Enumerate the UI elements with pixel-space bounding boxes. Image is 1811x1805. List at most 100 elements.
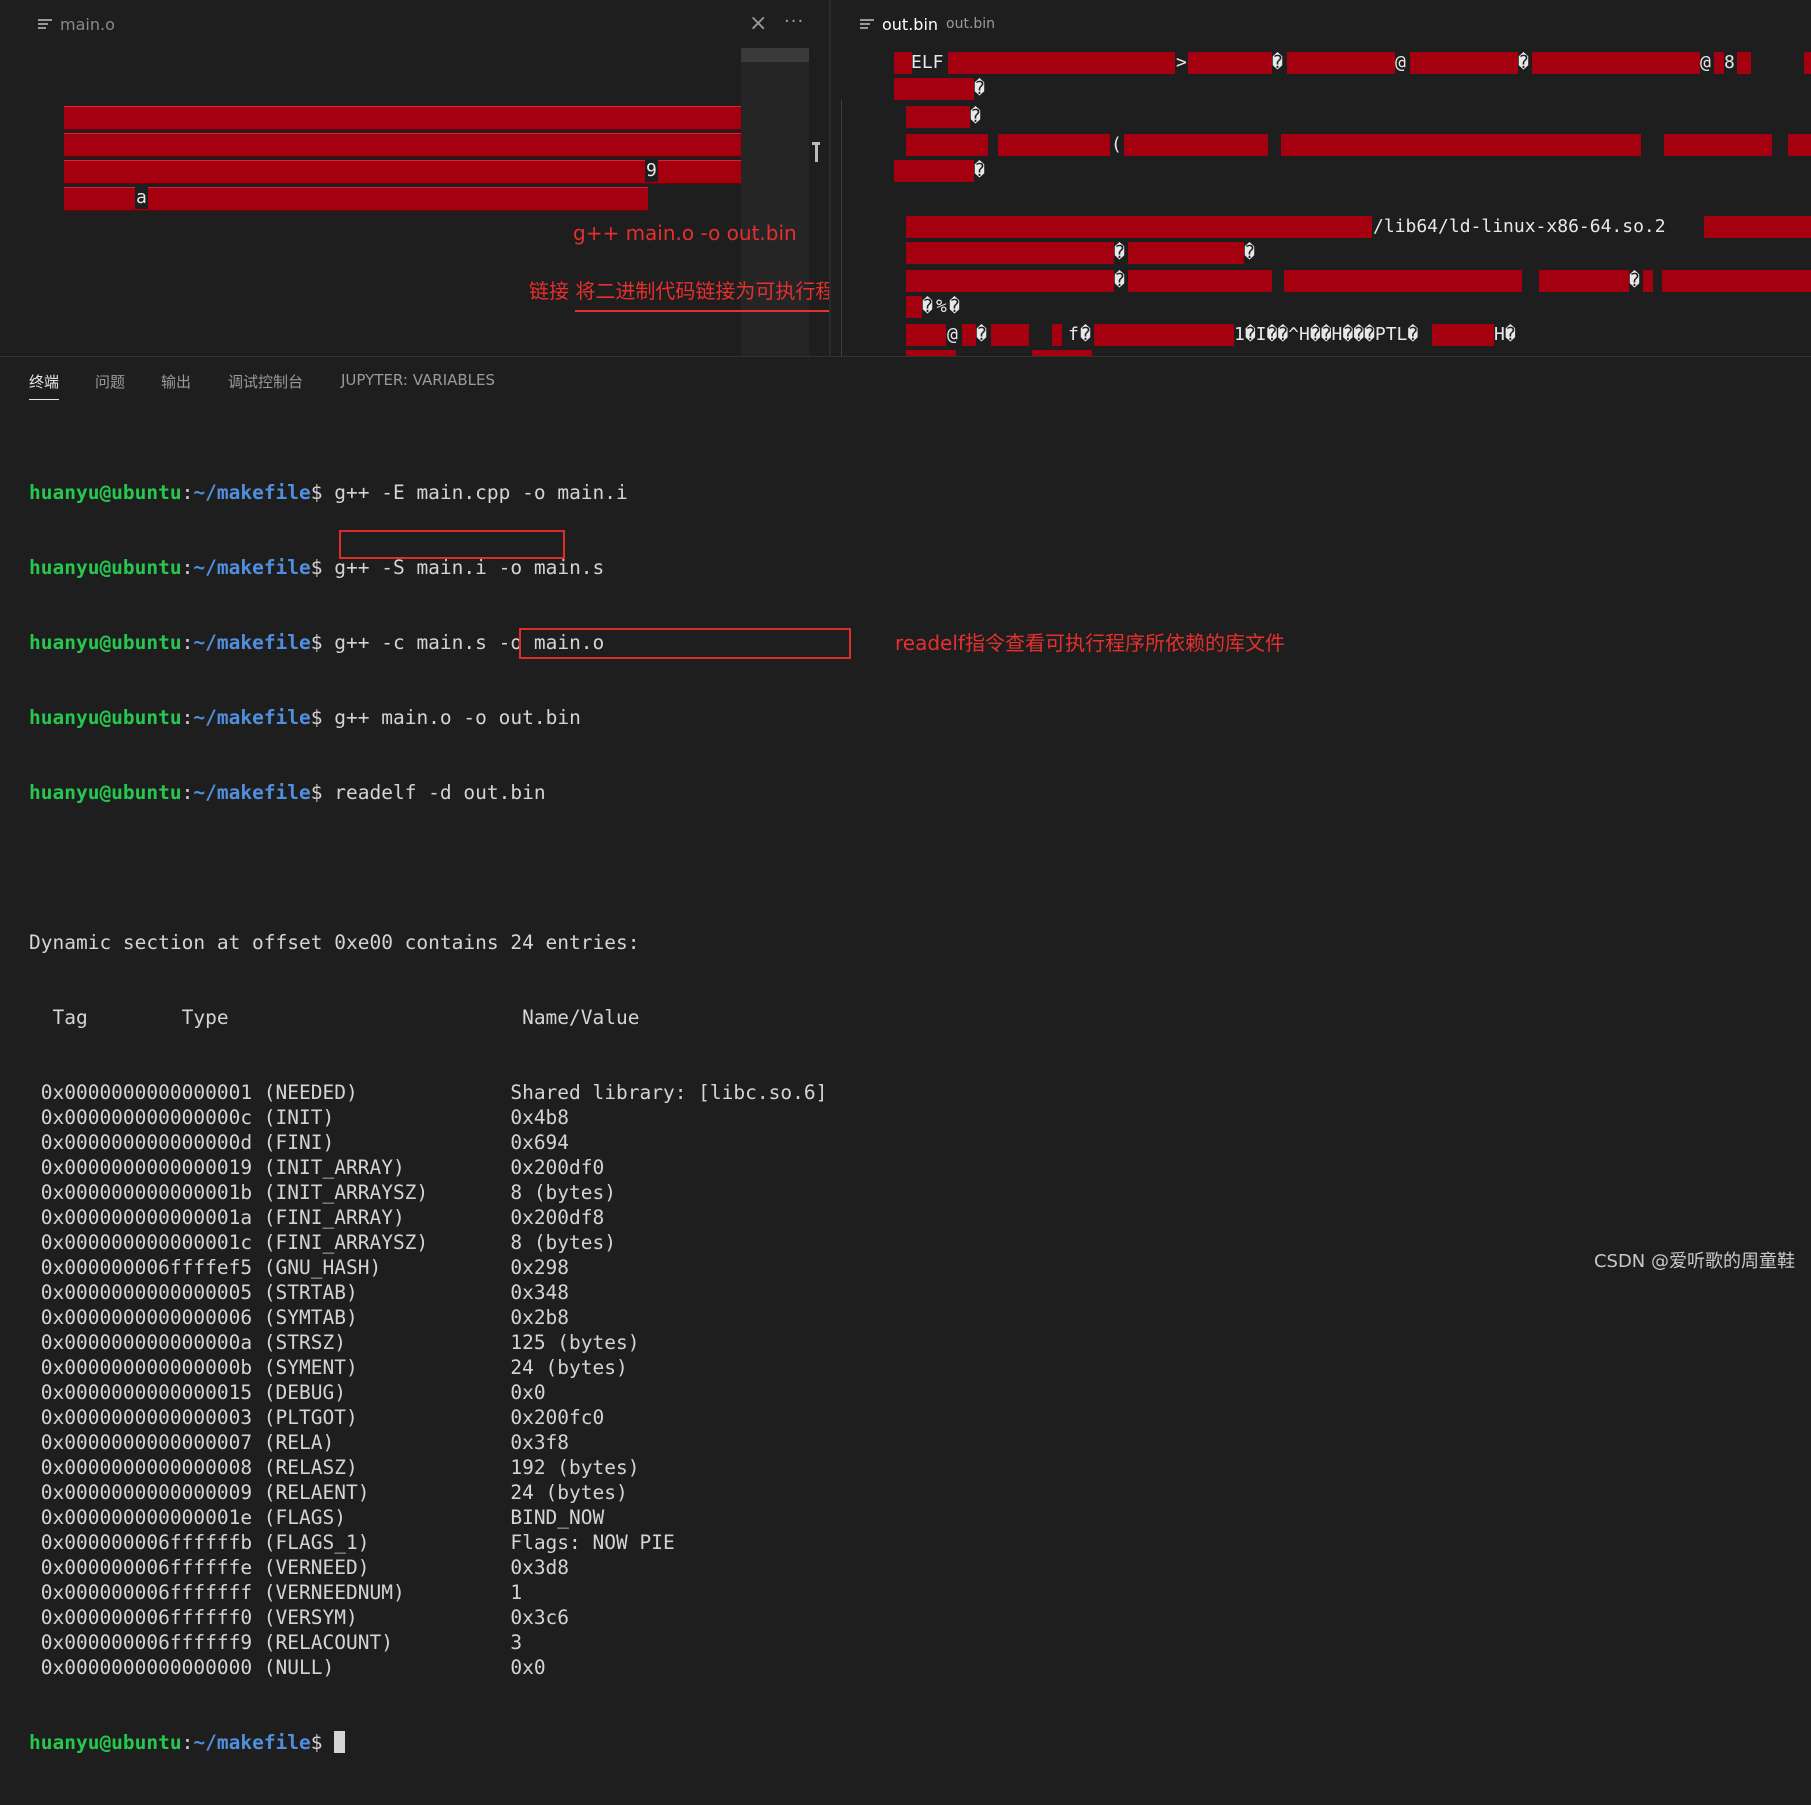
tab-out-bin[interactable]: out.bin out.bin <box>860 0 995 48</box>
dynamic-entry-row: 0x000000006fffffff (VERNEEDNUM) 1 <box>29 1581 523 1604</box>
binary-block <box>1052 324 1062 346</box>
binary-block <box>906 216 1372 238</box>
binary-text: � <box>949 296 960 317</box>
dynamic-entry-row: 0x000000000000001c (FINI_ARRAYSZ) 8 (byt… <box>29 1231 616 1254</box>
binary-block <box>1643 270 1653 292</box>
more-actions-icon[interactable]: ··· <box>784 12 808 36</box>
panel-tabbar: 终端 问题 输出 调试控制台 JUPYTER: VARIABLES <box>0 357 1811 403</box>
tab-out-bin-label: out.bin <box>882 14 939 34</box>
binary-block <box>1432 324 1494 346</box>
binary-block <box>1664 134 1772 156</box>
tab-debug-console[interactable]: 调试控制台 <box>228 371 303 392</box>
binary-block <box>1704 216 1811 238</box>
terminal-command-line: huanyu@ubuntu:~/makefile$ g++ -E main.cp… <box>29 481 628 504</box>
binary-block <box>998 134 1110 156</box>
scrollbar-marker[interactable] <box>812 142 820 164</box>
binary-block <box>906 296 922 318</box>
terminal-summary: Dynamic section at offset 0xe00 contains… <box>29 931 640 954</box>
binary-block <box>1714 52 1724 74</box>
tab-output[interactable]: 输出 <box>161 371 191 392</box>
binary-block <box>1188 52 1272 74</box>
binary-text: ELF <box>911 52 944 73</box>
binary-text: ( <box>1111 134 1122 155</box>
dynamic-entry-row: 0x0000000000000008 (RELASZ) 192 (bytes) <box>29 1456 640 1479</box>
binary-text: @ <box>1395 52 1406 73</box>
binary-text: � <box>922 296 933 317</box>
binary-block <box>894 52 912 74</box>
binary-block <box>906 106 970 128</box>
file-lines-icon <box>860 17 874 31</box>
terminal-prompt-line: huanyu@ubuntu:~/makefile$ <box>29 1730 827 1755</box>
tab-jupyter-variables[interactable]: JUPYTER: VARIABLES <box>341 371 495 389</box>
terminal-cursor <box>334 1731 346 1753</box>
dynamic-entry-row: 0x000000000000000b (SYMENT) 24 (bytes) <box>29 1356 628 1379</box>
binary-text: @ <box>947 324 958 345</box>
watermark: CSDN @爱听歌的周童鞋 <box>1593 1251 1795 1272</box>
binary-text: � <box>1518 52 1529 73</box>
binary-block <box>1662 270 1811 292</box>
editor-pane-main-o: main.o × ··· 9 a g++ main.o -o out.bin 链… <box>0 0 829 356</box>
binary-block <box>1128 242 1244 264</box>
binary-block <box>906 270 1114 292</box>
minimap-slider[interactable] <box>741 48 809 62</box>
binary-block <box>1539 270 1629 292</box>
file-lines-icon <box>38 17 52 31</box>
pane-divider[interactable] <box>829 0 831 356</box>
binary-block <box>906 242 1114 264</box>
binary-block <box>991 324 1029 346</box>
binary-block <box>894 160 974 182</box>
annotation-arrow <box>575 310 829 312</box>
dynamic-entry-row: 0x0000000000000015 (DEBUG) 0x0 <box>29 1381 546 1404</box>
binary-line <box>64 106 741 130</box>
close-tab-icon[interactable]: × <box>749 12 769 36</box>
binary-block <box>948 52 1175 74</box>
dynamic-entry-row: 0x0000000000000006 (SYMTAB) 0x2b8 <box>29 1306 570 1329</box>
binary-text: � <box>1272 52 1283 73</box>
binary-text: 1�I��^H��H���PTL� <box>1234 324 1419 345</box>
binary-text: � <box>974 160 985 181</box>
dynamic-entry-row: 0x0000000000000005 (STRTAB) 0x348 <box>29 1281 570 1304</box>
binary-text: � <box>1244 242 1255 263</box>
binary-text: � <box>974 78 985 99</box>
binary-block <box>1532 52 1700 74</box>
tab-terminal[interactable]: 终端 <box>29 371 60 400</box>
binary-line <box>64 187 648 211</box>
binary-text: @ <box>1700 52 1711 73</box>
editor-pane-out-bin: out.bin out.bin ELF > � @ � @ 8 � � (� … <box>832 0 1811 356</box>
dynamic-entry-row: 0x000000006ffffef5 (GNU_HASH) 0x298 <box>29 1256 570 1279</box>
binary-block <box>962 324 976 346</box>
binary-text: � <box>970 106 981 127</box>
dynamic-entry-row: 0x000000000000001a (FINI_ARRAY) 0x200df8 <box>29 1206 605 1229</box>
dynamic-entry-row: 0x000000006ffffff9 (RELACOUNT) 3 <box>29 1631 523 1654</box>
binary-text: f <box>1068 324 1079 345</box>
dynamic-section-entries: 0x0000000000000001 (NEEDED) Shared libra… <box>29 1080 828 1680</box>
binary-block <box>1804 52 1811 74</box>
dynamic-entry-row: 0x0000000000000007 (RELA) 0x3f8 <box>29 1431 570 1454</box>
dynamic-entry-row: 0x0000000000000003 (PLTGOT) 0x200fc0 <box>29 1406 605 1429</box>
terminal-command-line: huanyu@ubuntu:~/makefile$ readelf -d out… <box>29 781 546 804</box>
binary-block <box>1124 134 1268 156</box>
indent-guide <box>841 100 842 356</box>
annotation-link-description: 链接 将二进制代码链接为可执行程序 <box>529 279 829 303</box>
dynamic-entry-row: 0x000000006ffffffb (FLAGS_1) Flags: NOW … <box>29 1531 675 1554</box>
binary-block <box>1281 134 1641 156</box>
binary-char: a <box>135 187 148 209</box>
dynamic-entry-row: 0x0000000000000019 (INIT_ARRAY) 0x200df0 <box>29 1156 605 1179</box>
tab-problems[interactable]: 问题 <box>95 371 125 392</box>
binary-block <box>1788 134 1811 156</box>
editor-area: main.o × ··· 9 a g++ main.o -o out.bin 链… <box>0 0 1811 356</box>
dynamic-entry-row: 0x000000006ffffffe (VERNEED) 0x3d8 <box>29 1556 570 1579</box>
binary-text: � <box>1114 270 1125 291</box>
dynamic-entry-row: 0x000000000000000c (INIT) 0x4b8 <box>29 1106 570 1129</box>
highlight-box-readelf-command <box>339 530 565 559</box>
binary-block <box>894 78 974 100</box>
binary-text: % <box>936 296 947 317</box>
binary-text: � <box>1629 270 1640 291</box>
binary-block <box>1287 52 1395 74</box>
binary-block <box>1094 324 1234 346</box>
tab-main-o[interactable]: main.o <box>38 0 115 48</box>
terminal-table-header: Tag Type Name/Value <box>29 1006 640 1029</box>
dynamic-entry-row: 0x0000000000000009 (RELAENT) 24 (bytes) <box>29 1481 628 1504</box>
binary-block <box>906 134 988 156</box>
